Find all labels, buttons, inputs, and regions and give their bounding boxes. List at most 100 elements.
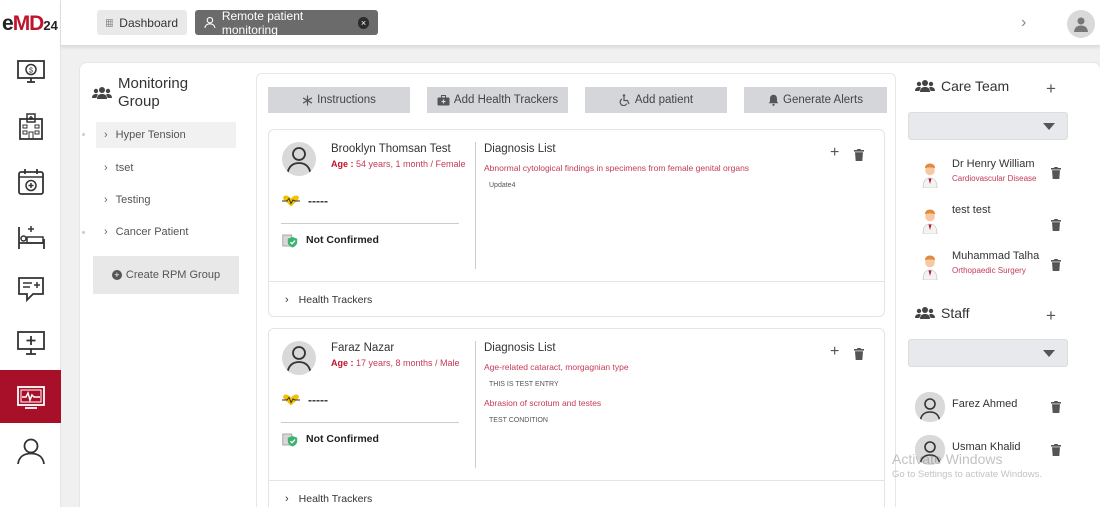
top-bar: Dashboard Remote patient monitoring × ›	[61, 0, 1100, 46]
billing-monitor-icon: $	[16, 59, 45, 83]
group-item-hyper-tension[interactable]: › Hyper Tension	[96, 122, 236, 148]
remove-member-button[interactable]	[1051, 258, 1061, 276]
create-rpm-group-label: Create RPM Group	[125, 269, 221, 281]
add-health-trackers-button[interactable]: Add Health Trackers	[427, 87, 568, 113]
diagnosis-item: Abrasion of scrotum and testes	[484, 398, 602, 408]
sidebar-item-calendar[interactable]	[0, 155, 61, 208]
snowflake-icon	[302, 94, 313, 106]
chevron-right-icon: ›	[104, 226, 108, 238]
user-icon	[16, 438, 45, 464]
shield-check-icon	[282, 433, 298, 447]
health-trackers-toggle[interactable]: › Health Trackers	[269, 281, 884, 317]
confirmation-status: Not Confirmed	[282, 232, 379, 248]
add-diagnosis-button[interactable]: +	[830, 144, 839, 162]
member-name[interactable]: Muhammad Talha	[952, 250, 1039, 262]
remove-member-button[interactable]	[1051, 400, 1061, 418]
heart-pulse-icon	[282, 195, 300, 207]
calendar-plus-icon	[17, 168, 44, 195]
trash-icon	[854, 348, 864, 360]
divider	[475, 341, 476, 468]
shield-check-icon	[282, 234, 298, 248]
close-icon[interactable]: ×	[358, 16, 369, 29]
delete-diagnosis-button[interactable]	[854, 148, 864, 164]
health-trackers-toggle[interactable]: › Health Trackers	[269, 480, 884, 507]
user-avatar[interactable]	[1067, 10, 1095, 38]
sidebar-item-telemed[interactable]	[0, 316, 61, 369]
tree-dot	[82, 231, 85, 234]
monitoring-group-title-text: Monitoring Group	[118, 75, 189, 110]
tab-remote-patient-monitoring[interactable]: Remote patient monitoring ×	[195, 8, 378, 37]
wheelchair-icon	[619, 94, 630, 106]
patient-name[interactable]: Brooklyn Thomsan Test	[331, 143, 451, 155]
user-icon	[1074, 17, 1088, 32]
chevron-right-icon[interactable]: ›	[1021, 14, 1026, 32]
group-item-testing[interactable]: › Testing	[96, 187, 236, 213]
member-name[interactable]: Dr Henry William	[952, 158, 1035, 170]
doctor-avatar-icon	[922, 209, 938, 234]
generate-alerts-button[interactable]: Generate Alerts	[744, 87, 887, 113]
instructions-label: Instructions	[317, 94, 376, 106]
hospital-icon	[18, 112, 43, 140]
care-team-title: Care Team	[915, 78, 1009, 94]
vital-reading: -----	[282, 194, 328, 208]
sidebar-item-hospital[interactable]	[0, 100, 61, 153]
sidebar-item-rpm[interactable]	[0, 370, 61, 423]
diagnosis-item: Abnormal cytological findings in specime…	[484, 163, 750, 173]
add-diagnosis-button[interactable]: +	[830, 343, 839, 361]
tab-label: Dashboard	[119, 15, 178, 30]
sidebar-item-consult[interactable]	[0, 262, 61, 315]
patient-name[interactable]: Faraz Nazar	[331, 342, 394, 354]
group-item-cancer-patient[interactable]: › Cancer Patient	[96, 219, 236, 245]
staff-dropdown[interactable]	[908, 339, 1068, 367]
app-logo[interactable]: eMD24	[2, 12, 60, 36]
sidebar-item-profile[interactable]	[0, 424, 61, 477]
trash-icon	[1051, 444, 1061, 456]
member-name[interactable]: Farez Ahmed	[952, 398, 1017, 410]
health-trackers-label: Health Trackers	[298, 293, 373, 306]
member-name[interactable]: test test	[952, 204, 991, 216]
patient-avatar	[282, 341, 316, 375]
add-patient-label: Add patient	[634, 94, 694, 106]
diagnosis-note: TEST CONDITION	[489, 417, 548, 424]
chevron-right-icon: ›	[104, 194, 108, 206]
group-item-label: tset	[115, 162, 134, 174]
user-icon	[286, 346, 312, 375]
group-item-tset[interactable]: › tset	[96, 155, 236, 181]
monitor-medical-icon	[16, 330, 45, 355]
chevron-down-icon	[1043, 350, 1055, 357]
user-icon	[286, 147, 312, 176]
users-icon	[915, 80, 935, 92]
instructions-button[interactable]: Instructions	[268, 87, 410, 113]
tab-label: Remote patient monitoring	[221, 8, 304, 37]
group-item-label: Cancer Patient	[115, 226, 189, 238]
sidebar-item-inpatient[interactable]	[0, 210, 61, 263]
plus-circle-icon: +	[111, 270, 122, 280]
sidebar-item-billing[interactable]: $	[0, 45, 61, 98]
add-care-team-button[interactable]: +	[1046, 79, 1056, 99]
trash-icon	[1051, 401, 1061, 413]
hospital-bed-icon	[17, 225, 45, 249]
member-specialty: Orthopaedic Surgery	[952, 266, 1026, 275]
patient-age: Age : 54 years, 1 month / Female	[331, 159, 466, 169]
chevron-right-icon: ›	[104, 129, 108, 141]
chevron-right-icon: ›	[285, 492, 289, 505]
remove-member-button[interactable]	[1051, 218, 1061, 236]
grid-icon	[106, 18, 114, 27]
care-team-dropdown[interactable]	[908, 112, 1068, 140]
users-icon	[92, 87, 112, 99]
tab-dashboard[interactable]: Dashboard	[97, 10, 187, 35]
confirmation-status: Not Confirmed	[282, 431, 379, 447]
staff-avatar	[915, 392, 945, 422]
add-staff-button[interactable]: +	[1046, 306, 1056, 326]
divider	[475, 142, 476, 269]
delete-diagnosis-button[interactable]	[854, 347, 864, 363]
add-patient-button[interactable]: Add patient	[585, 87, 727, 113]
create-rpm-group-button[interactable]: + Create RPM Group	[93, 256, 239, 294]
doctor-avatar-icon	[922, 163, 938, 188]
diagnosis-list-title: Diagnosis List	[484, 143, 556, 155]
doctor-avatar-icon	[922, 255, 938, 280]
remove-member-button[interactable]	[1051, 443, 1061, 461]
remove-member-button[interactable]	[1051, 166, 1061, 184]
diagnosis-list-title: Diagnosis List	[484, 342, 556, 354]
user-icon	[919, 398, 941, 422]
